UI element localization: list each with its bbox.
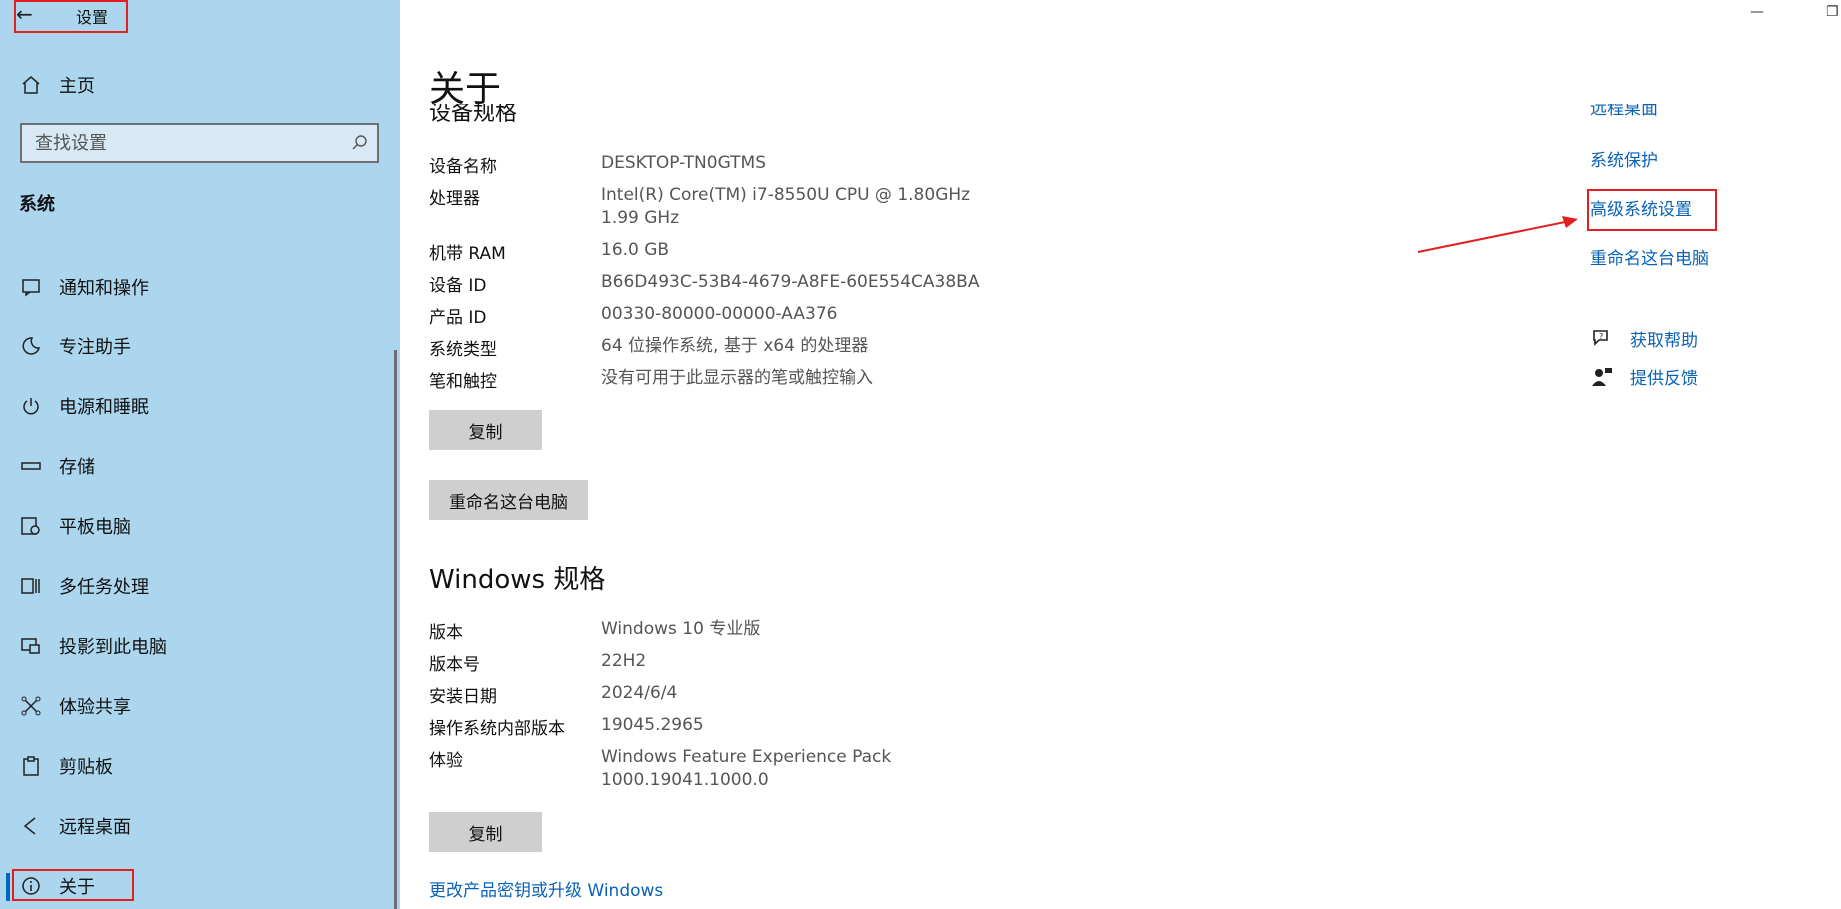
sidebar-home-label: 主页 bbox=[59, 76, 95, 97]
device-specs-heading: 设备规格 bbox=[429, 104, 518, 122]
project-icon bbox=[20, 635, 42, 657]
spec-value: Windows Feature Experience Pack 1000.190… bbox=[601, 747, 892, 790]
spec-value: B66D493C-53B4-4679-A8FE-60E554CA38BA bbox=[601, 272, 980, 292]
rename-pc-link[interactable]: 重命名这台电脑 bbox=[1590, 244, 1709, 269]
spec-key: 机带 RAM bbox=[429, 244, 506, 264]
remote-icon bbox=[20, 815, 42, 837]
annotation-box-title bbox=[14, 0, 128, 33]
sidebar-item-label: 剪贴板 bbox=[59, 757, 113, 778]
section-title: 系统 bbox=[19, 194, 55, 215]
sidebar-item-multitasking[interactable]: 多任务处理 bbox=[20, 571, 149, 601]
storage-icon bbox=[20, 455, 42, 477]
spec-value: 00330-80000-00000-AA376 bbox=[601, 304, 838, 324]
sidebar-item-project[interactable]: 投影到此电脑 bbox=[20, 631, 167, 661]
power-icon bbox=[20, 395, 42, 417]
sidebar-item-label: 专注助手 bbox=[59, 337, 131, 358]
spec-value: Intel(R) Core(TM) i7-8550U CPU @ 1.80GHz… bbox=[601, 185, 971, 228]
feedback-link[interactable]: 提供反馈 bbox=[1630, 364, 1698, 389]
annotation-arrow bbox=[1417, 216, 1578, 253]
spec-key: 体验 bbox=[429, 751, 463, 771]
spec-key: 产品 ID bbox=[429, 308, 487, 328]
sidebar-item-label: 远程桌面 bbox=[59, 817, 131, 838]
get-help-row[interactable]: ? 获取帮助 bbox=[1590, 326, 1698, 351]
sidebar-item-label: 平板电脑 bbox=[59, 517, 131, 538]
share-icon bbox=[20, 695, 42, 717]
spec-key: 版本号 bbox=[429, 655, 480, 675]
feedback-row[interactable]: 提供反馈 bbox=[1590, 364, 1698, 389]
sidebar-scrollbar[interactable] bbox=[394, 350, 397, 909]
spec-key: 设备 ID bbox=[429, 276, 487, 296]
annotation-box-advanced bbox=[1587, 189, 1717, 231]
clipboard-icon bbox=[20, 755, 42, 777]
spec-key: 处理器 bbox=[429, 189, 480, 209]
search-icon[interactable] bbox=[351, 134, 369, 156]
search-box[interactable] bbox=[20, 123, 379, 163]
sidebar-item-focus[interactable]: 专注助手 bbox=[20, 331, 131, 361]
windows-specs-heading: Windows 规格 bbox=[429, 565, 606, 595]
multitask-icon bbox=[20, 575, 42, 597]
sidebar-item-clipboard[interactable]: 剪贴板 bbox=[20, 751, 113, 781]
sidebar-item-tablet[interactable]: 平板电脑 bbox=[20, 511, 131, 541]
spec-value: 19045.2965 bbox=[601, 715, 704, 735]
main-content: 关于 设备规格 设备名称 DESKTOP-TN0GTMS 处理器 Intel(R… bbox=[400, 0, 1841, 909]
search-input[interactable] bbox=[22, 125, 342, 161]
sidebar-item-label: 投影到此电脑 bbox=[59, 637, 167, 658]
remote-desktop-link-partial[interactable]: 远程桌面 bbox=[1590, 104, 1730, 118]
sidebar-item-storage[interactable]: 存储 bbox=[20, 451, 95, 481]
copy-windows-specs-button[interactable]: 复制 bbox=[429, 812, 542, 852]
sidebar-item-label: 存储 bbox=[59, 457, 95, 478]
sidebar-item-label: 电源和睡眠 bbox=[59, 397, 149, 418]
system-protection-link[interactable]: 系统保护 bbox=[1590, 146, 1658, 171]
annotation-box-about bbox=[12, 869, 134, 901]
home-icon bbox=[20, 74, 42, 96]
spec-key: 笔和触控 bbox=[429, 372, 497, 392]
sidebar-item-label: 多任务处理 bbox=[59, 577, 149, 598]
tablet-icon bbox=[20, 515, 42, 537]
spec-value: 16.0 GB bbox=[601, 240, 670, 260]
minimize-icon[interactable]: — bbox=[1750, 4, 1764, 20]
copy-device-specs-button[interactable]: 复制 bbox=[429, 410, 542, 450]
svg-text:?: ? bbox=[1599, 332, 1603, 341]
spec-value: Windows 10 专业版 bbox=[601, 619, 761, 639]
sidebar-item-label: 通知和操作 bbox=[59, 278, 149, 299]
spec-value: 22H2 bbox=[601, 651, 647, 671]
sidebar-item-label: 体验共享 bbox=[59, 697, 131, 718]
sidebar: ← 设置 主页 系统 通知和操作 专注助手 电源和睡眠 存储 平板电脑 多任务处… bbox=[0, 0, 400, 909]
sidebar-item-shared[interactable]: 体验共享 bbox=[20, 691, 131, 721]
spec-value: 没有可用于此显示器的笔或触控输入 bbox=[601, 368, 873, 388]
get-help-link[interactable]: 获取帮助 bbox=[1630, 326, 1698, 351]
spec-key: 版本 bbox=[429, 623, 463, 643]
spec-key: 安装日期 bbox=[429, 687, 497, 707]
moon-icon bbox=[20, 335, 42, 357]
spec-key: 操作系统内部版本 bbox=[429, 719, 565, 739]
restore-icon[interactable]: ❐ bbox=[1826, 4, 1839, 20]
help-chat-icon: ? bbox=[1590, 327, 1614, 351]
spec-value: 2024/6/4 bbox=[601, 683, 678, 703]
spec-value: 64 位操作系统, 基于 x64 的处理器 bbox=[601, 336, 869, 356]
change-product-key-link[interactable]: 更改产品密钥或升级 Windows bbox=[429, 876, 663, 901]
spec-key: 系统类型 bbox=[429, 340, 497, 360]
spec-key: 设备名称 bbox=[429, 157, 497, 177]
spec-value: DESKTOP-TN0GTMS bbox=[601, 153, 766, 173]
rename-pc-button[interactable]: 重命名这台电脑 bbox=[429, 480, 588, 520]
feedback-person-icon bbox=[1590, 365, 1614, 389]
sidebar-item-notifications[interactable]: 通知和操作 bbox=[20, 272, 149, 302]
sidebar-item-remote-desktop[interactable]: 远程桌面 bbox=[20, 811, 131, 841]
notification-icon bbox=[20, 276, 42, 298]
sidebar-item-power[interactable]: 电源和睡眠 bbox=[20, 391, 149, 421]
sidebar-home[interactable]: 主页 bbox=[20, 70, 95, 100]
